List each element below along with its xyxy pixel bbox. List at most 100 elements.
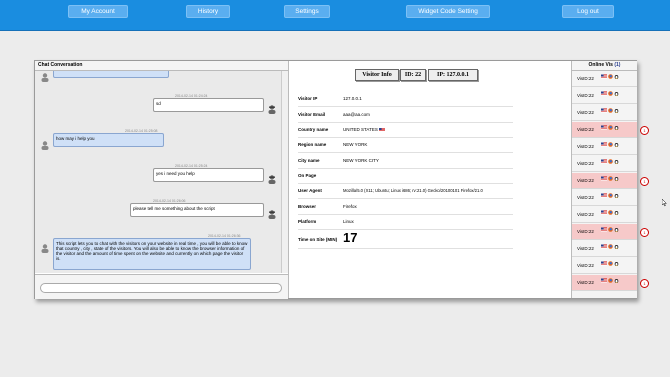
visitor-avatar-icon [40, 137, 50, 150]
firefox-icon [608, 193, 613, 198]
visitor-id-label: VisID:22 [577, 76, 594, 81]
online-visitor-row[interactable]: VisID:22 [572, 241, 637, 257]
firefox-icon [608, 74, 613, 79]
visitor-id-label: ID: 22 [400, 69, 426, 81]
linux-icon [614, 160, 619, 164]
firefox-icon [608, 176, 613, 181]
operator-avatar-icon [267, 171, 277, 184]
new-message-badge[interactable]: 1 [640, 279, 649, 288]
info-row: Visitor IP 127.0.0.1 [298, 91, 513, 107]
online-visitors-panel: Online Vis (1) VisID:22 VisID:22 VisID:22 V… [571, 61, 649, 298]
info-row: Country name UNITED STATES [298, 122, 513, 138]
info-row: Platform Linux [298, 214, 513, 230]
online-visitor-row[interactable]: VisID:22 [572, 156, 637, 172]
firefox-icon [608, 227, 613, 232]
chat-conversation-panel: Chat Conversation 2014-02-14 01:24:24 sd… [35, 61, 289, 299]
chat-message: sd [153, 98, 264, 112]
visitor-id-label: VisID:22 [577, 127, 594, 132]
firefox-icon [608, 244, 613, 249]
new-message-badge[interactable]: 1 [640, 177, 649, 186]
online-visitor-row[interactable]: VisID:22 [572, 275, 637, 291]
firefox-icon [608, 108, 613, 113]
visitor-id-label: VisID:22 [577, 246, 594, 251]
us-flag-icon [601, 125, 607, 130]
us-flag-icon [601, 142, 607, 147]
top-nav-bar: My Account History Settings Widget Code … [0, 0, 670, 31]
chat-message: how may i help you [53, 133, 164, 147]
new-message-badge[interactable]: 1 [640, 126, 649, 135]
us-flag-icon [601, 261, 607, 266]
online-visitor-row[interactable]: VisID:22 [572, 122, 637, 138]
info-row: Visitor Email aaa@aa.com [298, 107, 513, 123]
visitor-avatar-icon [40, 71, 50, 82]
visitor-id-label: VisID:22 [577, 93, 594, 98]
widget-code-setting-button[interactable]: Widget Code Setting [406, 5, 490, 18]
online-visitor-row[interactable]: VisID:22 [572, 258, 637, 274]
linux-icon [614, 75, 619, 79]
linux-icon [614, 245, 619, 249]
linux-icon [614, 143, 619, 147]
visitor-ip-label: IP: 127.0.0.1 [428, 69, 478, 81]
visitor-id-label: VisID:22 [577, 280, 594, 285]
firefox-icon [608, 125, 613, 130]
visitor-id-label: VisID:22 [577, 144, 594, 149]
chat-message: yes i need you help [153, 168, 264, 182]
new-message-badge[interactable]: 1 [640, 228, 649, 237]
visitor-id-label: VisID:22 [577, 229, 594, 234]
online-visitor-row[interactable]: VisID:22 [572, 71, 637, 87]
online-visitor-row[interactable]: VisID:22 [572, 88, 637, 104]
linux-icon [614, 177, 619, 181]
firefox-icon [608, 261, 613, 266]
online-visitor-row[interactable]: VisID:22 [572, 207, 637, 223]
visitor-info-tab[interactable]: Visitor Info [355, 69, 399, 81]
visitor-id-label: VisID:22 [577, 212, 594, 217]
chat-title: Chat Conversation [35, 61, 288, 71]
chat-message-partial [53, 71, 169, 78]
my-account-button[interactable]: My Account [68, 5, 128, 18]
chat-messages[interactable]: 2014-02-14 01:24:24 sd 2014-02-14 01:25:… [35, 71, 288, 273]
visitor-id-label: VisID:22 [577, 161, 594, 166]
visitor-avatar-icon [40, 240, 50, 253]
us-flag-icon [601, 176, 607, 181]
linux-icon [614, 262, 619, 266]
online-visitor-row[interactable]: VisID:22 [572, 139, 637, 155]
visitor-id-label: VisID:22 [577, 110, 594, 115]
us-flag-icon [378, 127, 385, 132]
us-flag-icon [601, 244, 607, 249]
online-visitor-row[interactable]: VisID:22 [572, 190, 637, 206]
settings-button[interactable]: Settings [284, 5, 330, 18]
info-row: On Page [298, 168, 513, 184]
history-button[interactable]: History [186, 5, 230, 18]
info-row: User Agent Mozilla/5.0 (X11; Ubuntu; Linu… [298, 183, 513, 199]
log-out-button[interactable]: Log out [562, 5, 614, 18]
firefox-icon [608, 91, 613, 96]
us-flag-icon [601, 159, 607, 164]
visitor-info-panel: Visitor Info ID: 22 IP: 127.0.0.1 Visito… [289, 61, 570, 298]
online-visitor-row[interactable]: VisID:22 [572, 173, 637, 189]
chat-message-input[interactable] [40, 283, 282, 293]
firefox-icon [608, 278, 613, 283]
us-flag-icon [601, 278, 607, 283]
info-row-time-on-site: Time on Site (MIN) 17 [298, 230, 513, 249]
us-flag-icon [601, 227, 607, 232]
chat-input-area [35, 274, 288, 299]
linux-icon [614, 228, 619, 232]
us-flag-icon [601, 193, 607, 198]
info-row: Browser Firefox [298, 199, 513, 215]
firefox-icon [608, 210, 613, 215]
linux-icon [614, 92, 619, 96]
linux-icon [614, 194, 619, 198]
us-flag-icon [601, 210, 607, 215]
visitor-id-label: VisID:22 [577, 195, 594, 200]
info-row: Region name NEW YORK [298, 137, 513, 153]
online-visitor-row[interactable]: VisID:22 [572, 224, 637, 240]
chat-scrollbar[interactable] [281, 71, 288, 273]
us-flag-icon [601, 91, 607, 96]
online-visitors-title: Online Vis (1) [572, 61, 637, 71]
chat-message: please tell me something about the scrip… [130, 203, 264, 217]
operator-avatar-icon [267, 101, 277, 114]
online-visitor-row[interactable]: VisID:22 [572, 105, 637, 121]
mouse-cursor-icon [661, 194, 668, 207]
linux-icon [614, 279, 619, 283]
linux-icon [614, 211, 619, 215]
